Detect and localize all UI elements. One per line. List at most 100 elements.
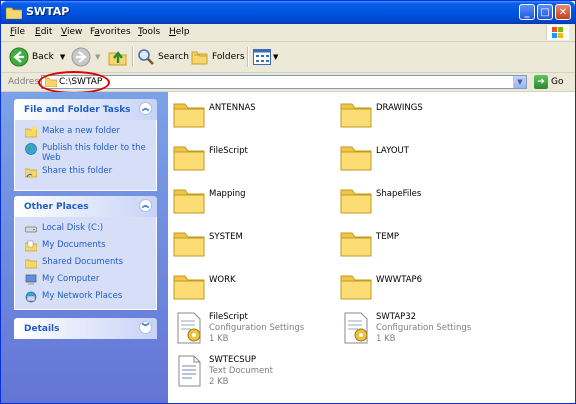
panel-title: Details	[24, 324, 60, 334]
back-arrow-icon	[9, 47, 29, 67]
my-documents-link[interactable]: My Documents	[15, 240, 156, 254]
forward-dropdown-icon[interactable]: ▼	[95, 53, 100, 61]
back-label: Back	[32, 52, 54, 62]
annotation-circle	[38, 71, 110, 94]
explorer-window: SWTAP _ □ ✕ File Edit View Favorites Too…	[0, 0, 576, 404]
menu-favorites[interactable]: Favorites	[90, 27, 131, 37]
link-text: Publish this folder to the Web	[42, 143, 146, 163]
collapse-chevron-icon[interactable]: ︽	[139, 102, 152, 115]
item-size: 2 KB	[209, 377, 229, 387]
search-label: Search	[158, 52, 189, 62]
item-size: 1 KB	[209, 334, 229, 344]
link-text: Share this folder	[42, 166, 113, 176]
item-name: SWTECSUP	[209, 355, 257, 365]
task-pane: File and Folder Tasks ︽ Make a new folde…	[1, 92, 168, 403]
link-text: Local Disk (C:)	[42, 223, 104, 233]
link-text: My Network Places	[42, 291, 123, 301]
views-dropdown-icon[interactable]: ▼	[273, 53, 278, 61]
panel-header[interactable]: Details ︾	[14, 318, 157, 339]
folder-icon	[340, 146, 372, 171]
folder-icon	[173, 103, 205, 128]
window-title: SWTAP	[26, 5, 70, 18]
item-name: ShapeFiles	[376, 189, 422, 199]
views-button[interactable]: ▼	[253, 46, 278, 68]
item-name: FileScript	[209, 146, 248, 156]
text-document-icon	[178, 355, 201, 387]
folder-icon	[173, 275, 205, 300]
shared-folder-icon	[25, 259, 37, 269]
publish-to-web-link[interactable]: Publish this folder to the Web	[15, 143, 156, 163]
local-disk-link[interactable]: Local Disk (C:)	[15, 223, 156, 237]
item-name: FileScript	[209, 312, 248, 322]
close-button[interactable]: ✕	[555, 4, 571, 20]
item-name: Mapping	[209, 189, 246, 199]
panel-body: Local Disk (C:) My Documents Shared Docu…	[14, 217, 157, 310]
views-icon	[253, 49, 271, 65]
globe-icon	[25, 143, 37, 155]
windows-logo-icon	[546, 25, 569, 40]
up-folder-button[interactable]	[108, 46, 128, 68]
panel-header[interactable]: Other Places ︽	[14, 196, 157, 217]
expand-chevron-icon[interactable]: ︾	[139, 321, 152, 334]
config-settings-icon	[177, 312, 201, 344]
folders-button[interactable]: Folders	[191, 46, 245, 68]
folder-icon	[340, 103, 372, 128]
item-name: WWWTAP6	[376, 275, 423, 285]
folders-label: Folders	[212, 52, 245, 62]
back-button[interactable]: Back ▼	[9, 46, 65, 68]
my-network-places-link[interactable]: My Network Places	[15, 291, 156, 305]
menu-help[interactable]: Help	[169, 27, 190, 37]
network-icon	[25, 291, 37, 303]
folders-icon	[191, 51, 208, 65]
address-dropdown-button[interactable]: ▼	[513, 76, 526, 88]
link-text: Make a new folder	[42, 126, 120, 136]
menu-tools[interactable]: Tools	[138, 27, 160, 37]
vertical-scrollbar[interactable]	[566, 92, 575, 403]
my-computer-link[interactable]: My Computer	[15, 274, 156, 288]
make-new-folder-link[interactable]: Make a new folder	[15, 126, 156, 140]
item-name: LAYOUT	[376, 146, 409, 156]
folder-icon	[173, 232, 205, 257]
search-button[interactable]: Search	[137, 46, 189, 68]
folder-icon	[340, 189, 372, 214]
file-list-view[interactable]: ANTENNAS DRAWINGS FileScript LAYOUT Mapp…	[168, 92, 566, 403]
forward-arrow-icon	[71, 47, 91, 67]
collapse-chevron-icon[interactable]: ︽	[139, 199, 152, 212]
go-label: Go	[551, 77, 564, 87]
panel-header[interactable]: File and Folder Tasks ︽	[14, 99, 157, 120]
item-type: Text Document	[209, 366, 273, 376]
go-button[interactable]: ➔ Go	[534, 75, 563, 89]
maximize-button[interactable]: □	[537, 4, 553, 20]
shared-documents-link[interactable]: Shared Documents	[15, 257, 156, 271]
toolbar: Back ▼ ▼ Search Folders ▼	[1, 42, 575, 73]
toolbar-separator	[132, 47, 134, 67]
title-bar[interactable]: SWTAP _ □ ✕	[1, 1, 575, 24]
folder-icon	[340, 232, 372, 257]
share-folder-icon	[25, 168, 37, 178]
up-folder-icon	[108, 51, 127, 66]
share-folder-link[interactable]: Share this folder	[15, 166, 156, 180]
item-name: ANTENNAS	[209, 103, 256, 113]
folder-icon	[173, 146, 205, 171]
back-dropdown-icon[interactable]: ▼	[60, 53, 65, 61]
address-input[interactable]: C:\SWTAP ▼	[41, 75, 527, 89]
menu-file[interactable]: File	[10, 27, 25, 37]
item-name: TEMP	[376, 232, 400, 242]
folder-icon	[6, 7, 22, 19]
new-folder-icon	[25, 126, 37, 138]
panel-title: File and Folder Tasks	[24, 105, 131, 115]
forward-button[interactable]: ▼	[71, 46, 100, 68]
item-size: 1 KB	[376, 334, 396, 344]
menu-edit[interactable]: Edit	[35, 27, 52, 37]
minimize-button[interactable]: _	[519, 4, 535, 20]
file-folder-tasks-panel: File and Folder Tasks ︽ Make a new folde…	[14, 99, 157, 191]
item-type: Configuration Settings	[209, 323, 305, 333]
menu-bar: File Edit View Favorites Tools Help	[1, 24, 575, 42]
panel-body: Make a new folder Publish this folder to…	[14, 120, 157, 191]
folder-icon	[173, 189, 205, 214]
menu-view[interactable]: View	[61, 27, 82, 37]
folder-icon	[340, 275, 372, 300]
link-text: My Computer	[42, 274, 100, 284]
details-panel: Details ︾	[14, 318, 157, 339]
documents-folder-icon	[25, 240, 37, 252]
